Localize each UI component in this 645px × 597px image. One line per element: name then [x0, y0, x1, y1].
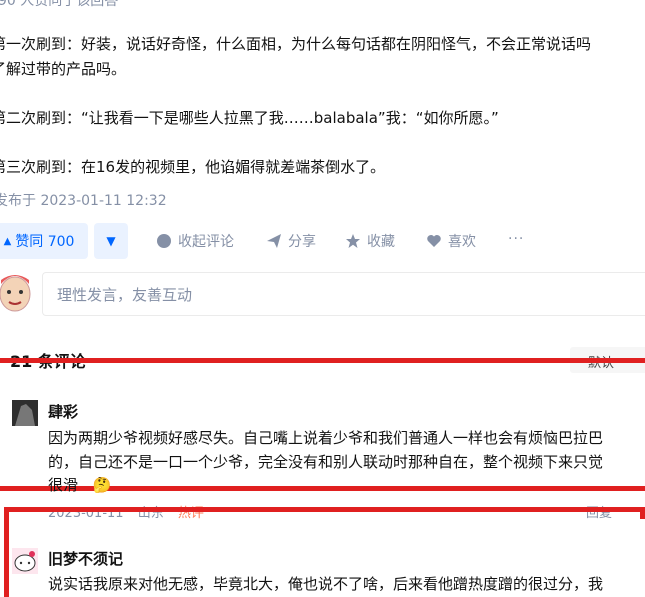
- star-icon: [346, 234, 360, 248]
- comment-text-line-3-text: 很滑: [48, 476, 79, 494]
- upvote-button[interactable]: ▲ 赞同 700: [0, 223, 88, 259]
- annotation-box-2-right: [640, 507, 645, 519]
- upvote-count-header: 90 人赞同了该回答: [0, 0, 119, 9]
- like-label: 喜欢: [448, 234, 476, 250]
- annotation-box-top: [0, 358, 645, 363]
- comment-placeholder: 理性发言，友善互动: [57, 285, 193, 304]
- triangle-up-icon: ▲: [3, 235, 12, 247]
- comment-input[interactable]: 理性发言，友善互动: [42, 272, 645, 316]
- like-button[interactable]: 喜欢: [426, 231, 476, 251]
- paper-plane-icon: [267, 234, 281, 248]
- comment-author[interactable]: 旧梦不须记: [48, 548, 123, 569]
- ellipsis-icon: ···: [508, 231, 525, 247]
- answer-paragraph-1: 第一次刷到：好装，说话好奇怪，什么面相，为什么每句话都在阴阳怪气，不会正常说话吗: [0, 35, 592, 53]
- comment-text-line-3: 很滑 🤔: [48, 473, 111, 498]
- favorite-label: 收藏: [367, 234, 395, 250]
- answer-paragraph-2: 第二次刷到：“让我看一下是哪些人拉黑了我……balabala”我：“如你所愿。”: [0, 109, 499, 127]
- user-avatar: [0, 270, 33, 320]
- answer-paragraph-3: 第三次刷到：在16发的视频里，他谄媚得就差端茶倒水了。: [0, 158, 386, 176]
- favorite-button[interactable]: 收藏: [345, 231, 395, 251]
- collapse-comments-label: 收起评论: [178, 234, 234, 250]
- thinking-emoji-icon: 🤔: [92, 476, 112, 494]
- share-label: 分享: [288, 234, 316, 250]
- comment-bubble-icon: [157, 234, 171, 248]
- more-button[interactable]: ···: [508, 231, 524, 247]
- upvote-label: 赞同 700: [15, 234, 75, 250]
- comment-text-line-2: 的，自己还不是一口一个少爷，完全没有和别人联动时那种自在，整个视频下来只觉: [48, 453, 604, 471]
- comment-avatar: [12, 548, 38, 574]
- comment-avatar: [12, 400, 38, 426]
- triangle-down-icon: ▼: [106, 234, 116, 248]
- publish-time: 发布于 2023-01-11 12:32: [0, 193, 167, 209]
- share-button[interactable]: 分享: [266, 231, 316, 251]
- downvote-button[interactable]: ▼: [94, 223, 128, 259]
- heart-icon: [427, 235, 441, 247]
- collapse-comments-button[interactable]: 收起评论: [156, 231, 234, 251]
- annotation-box-2-top: [6, 507, 645, 512]
- comment-text-line-1: 因为两期少爷视频好感尽失。自己嘴上说着少爷和我们普通人一样也会有烦恼巴拉巴: [48, 429, 604, 447]
- comment-author[interactable]: 肆彩: [48, 401, 78, 422]
- comment-text-line-1: 说实话我原来对他无感，毕竟北大，俺也说不了啥，后来看他蹭热度蹭的很过分，我: [48, 575, 604, 593]
- annotation-box-2-left: [4, 507, 9, 597]
- answer-paragraph-1-cont: 了解过带的产品吗。: [0, 60, 127, 78]
